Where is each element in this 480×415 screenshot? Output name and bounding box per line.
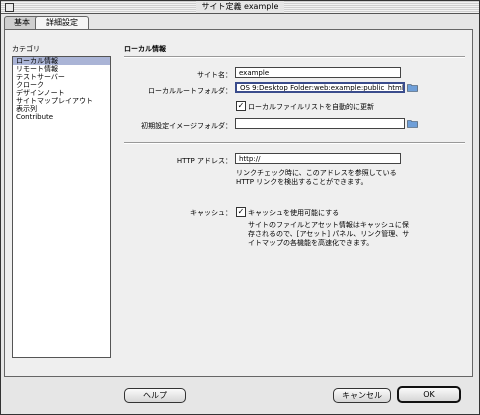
category-item-columns[interactable]: 表示列	[13, 105, 110, 113]
local-root-folder-label: ローカルルートフォルダ：	[148, 87, 232, 95]
default-images-folder-input[interactable]	[235, 118, 405, 129]
category-item-contribute[interactable]: Contribute	[13, 113, 110, 121]
checkmark-icon: ✓	[237, 207, 245, 216]
site-name-input[interactable]: example	[235, 67, 401, 78]
help-button[interactable]: ヘルプ	[124, 388, 186, 403]
section-divider	[124, 142, 465, 144]
section-divider	[124, 56, 465, 58]
cache-note: サイトのファイルとアセット情報はキャッシュに保存されるので、[アセット] パネル…	[248, 221, 410, 247]
category-list[interactable]: ローカル情報 リモート情報 テストサーバー クローク デザインノート サイトマッ…	[12, 56, 111, 358]
local-root-folder-input[interactable]: OS 9:Desktop Folder:web:example:public_h…	[235, 82, 405, 93]
category-label: カテゴリ	[12, 45, 40, 53]
http-address-note: リンクチェック時に、このアドレスを参照している HTTP リンクを検出することが…	[236, 169, 397, 186]
cancel-button[interactable]: キャンセル	[333, 388, 391, 403]
cache-checkbox[interactable]: ✓	[236, 207, 246, 217]
window-title: サイト定義 example	[195, 1, 285, 13]
auto-refresh-label: ローカルファイルリストを自動的に更新	[248, 103, 374, 111]
checkmark-icon: ✓	[237, 101, 245, 110]
section-title: ローカル情報	[124, 45, 166, 53]
http-address-input[interactable]: http://	[235, 153, 401, 164]
tab-advanced[interactable]: 詳細設定	[35, 16, 89, 30]
category-item-cloaking[interactable]: クローク	[13, 81, 110, 89]
auto-refresh-checkbox[interactable]: ✓	[236, 101, 246, 111]
close-box-icon[interactable]	[5, 3, 14, 12]
category-item-site-map-layout[interactable]: サイトマップレイアウト	[13, 97, 110, 105]
default-images-folder-label: 初期設定イメージフォルダ：	[141, 122, 232, 130]
folder-icon[interactable]	[407, 83, 418, 92]
site-name-label: サイト名：	[197, 71, 232, 79]
cache-checkbox-label: キャッシュを使用可能にする	[248, 209, 340, 217]
category-item-design-notes[interactable]: デザインノート	[13, 89, 110, 97]
http-address-label: HTTP アドレス：	[176, 157, 232, 165]
folder-icon[interactable]	[407, 119, 418, 128]
category-item-remote-info[interactable]: リモート情報	[13, 65, 110, 73]
category-item-testing-server[interactable]: テストサーバー	[13, 73, 110, 81]
ok-button[interactable]: OK	[397, 386, 461, 403]
title-bar[interactable]: サイト定義 example	[1, 1, 479, 14]
category-item-local-info[interactable]: ローカル情報	[13, 57, 110, 65]
cache-label: キャッシュ：	[190, 209, 232, 217]
